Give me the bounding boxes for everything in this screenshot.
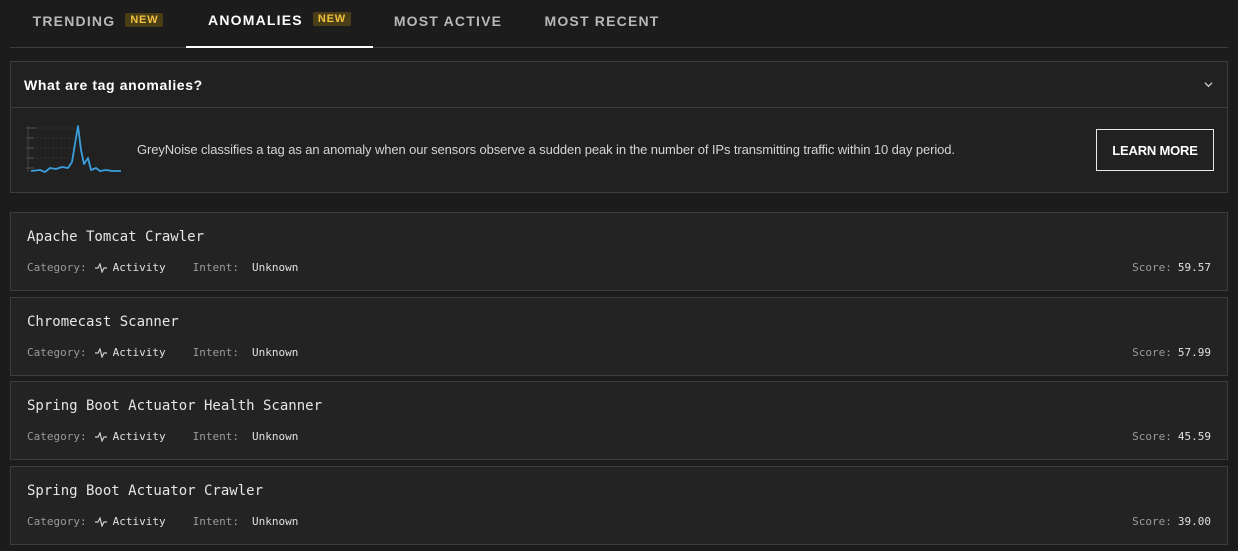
tab-trending-label: TRENDING: [32, 13, 116, 29]
tab-most-active-label: MOST ACTIVE: [393, 13, 503, 29]
intent-label: Intent:: [192, 261, 239, 274]
score-label: Score:: [1132, 515, 1172, 528]
intent-label: Intent:: [192, 515, 239, 528]
anomaly-card[interactable]: Spring Boot Actuator Health Scanner Cate…: [10, 381, 1228, 460]
tab-trending[interactable]: TRENDING NEW: [10, 0, 186, 48]
new-badge: NEW: [312, 12, 351, 26]
card-meta: Category: Activity Intent: Unknown: [27, 261, 298, 274]
card-meta: Category: Activity Intent: Unknown: [27, 430, 298, 443]
info-panel-title: What are tag anomalies?: [24, 76, 203, 93]
category-label: Category:: [27, 430, 87, 443]
card-title: Spring Boot Actuator Crawler: [27, 483, 264, 499]
activity-icon: [94, 516, 107, 527]
chevron-down-icon[interactable]: [1204, 80, 1213, 89]
score-label: Score:: [1132, 261, 1172, 274]
activity-icon: [94, 262, 107, 273]
category-label: Category:: [27, 261, 87, 274]
score-value: 59.57: [1177, 261, 1211, 274]
intent-value: Unknown: [251, 430, 299, 443]
score-value: 45.59: [1177, 430, 1211, 443]
category-value: Activity: [112, 261, 166, 274]
tab-bar: TRENDING NEW ANOMALIES NEW MOST ACTIVE M…: [10, 0, 1228, 48]
tab-most-recent-label: MOST RECENT: [544, 13, 660, 29]
score-label: Score:: [1132, 430, 1172, 443]
intent-value: Unknown: [251, 346, 299, 359]
info-panel-body: GreyNoise classifies a tag as an anomaly…: [11, 108, 1227, 192]
intent-label: Intent:: [192, 346, 239, 359]
activity-icon: [94, 347, 107, 358]
score-label: Score:: [1132, 346, 1172, 359]
tab-most-active[interactable]: MOST ACTIVE: [373, 0, 523, 48]
intent-value: Unknown: [251, 515, 299, 528]
info-description: GreyNoise classifies a tag as an anomaly…: [137, 142, 955, 157]
category-value: Activity: [112, 515, 166, 528]
anomaly-info-panel: What are tag anomalies? GreyNoise classi…: [10, 61, 1228, 193]
category-label: Category:: [27, 346, 87, 359]
card-score: Score: 45.59: [1132, 430, 1211, 443]
anomaly-card[interactable]: Spring Boot Actuator Crawler Category: A…: [10, 466, 1228, 545]
card-meta: Category: Activity Intent: Unknown: [27, 515, 298, 528]
spike-chart-icon: [26, 125, 121, 173]
info-panel-header[interactable]: What are tag anomalies?: [11, 62, 1227, 108]
card-score: Score: 59.57: [1132, 261, 1211, 274]
intent-value: Unknown: [251, 261, 299, 274]
card-title: Apache Tomcat Crawler: [27, 229, 205, 245]
new-badge: NEW: [125, 13, 164, 27]
category-value: Activity: [112, 346, 166, 359]
intent-label: Intent:: [192, 430, 239, 443]
card-title: Chromecast Scanner: [27, 314, 179, 330]
card-score: Score: 57.99: [1132, 346, 1211, 359]
learn-more-button[interactable]: LEARN MORE: [1096, 129, 1214, 171]
anomaly-card[interactable]: Chromecast Scanner Category: Activity In…: [10, 297, 1228, 376]
tab-anomalies[interactable]: ANOMALIES NEW: [186, 0, 373, 48]
card-meta: Category: Activity Intent: Unknown: [27, 346, 298, 359]
anomaly-card[interactable]: Apache Tomcat Crawler Category: Activity…: [10, 212, 1228, 291]
score-value: 39.00: [1177, 515, 1211, 528]
activity-icon: [94, 431, 107, 442]
tab-anomalies-label: ANOMALIES: [208, 12, 303, 28]
score-value: 57.99: [1177, 346, 1211, 359]
category-label: Category:: [27, 515, 87, 528]
category-value: Activity: [112, 430, 166, 443]
card-title: Spring Boot Actuator Health Scanner: [27, 398, 323, 414]
tab-most-recent[interactable]: MOST RECENT: [523, 0, 681, 48]
card-score: Score: 39.00: [1132, 515, 1211, 528]
